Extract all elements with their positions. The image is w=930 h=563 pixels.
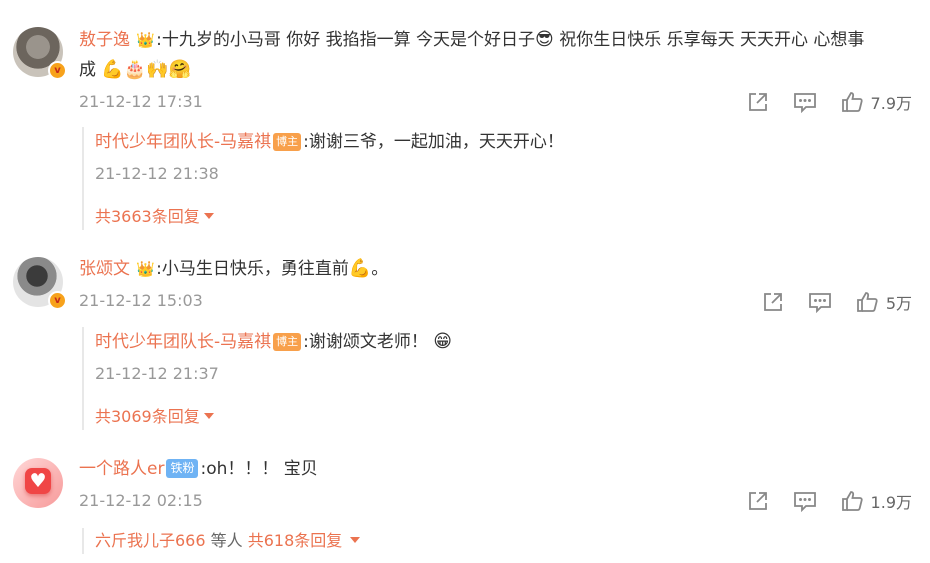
caret-down-icon [203, 413, 214, 419]
share-icon [748, 93, 767, 111]
avatar[interactable] [13, 458, 63, 508]
reply-username[interactable]: 时代少年团队长-马嘉祺 [95, 332, 271, 352]
thumbs-up-icon [856, 292, 878, 312]
comment-time: 21-12-12 02:15 [79, 491, 203, 510]
like-count: 7.9万 [870, 94, 912, 113]
blogger-tag: 博主 [273, 333, 302, 351]
blogger-tag: 博主 [273, 133, 302, 151]
comment-content: 一个路人er 铁粉:oh！！！ 宝贝 [79, 454, 912, 484]
comment-text: :oh！！！ 宝贝 [200, 459, 318, 479]
comment-icon [793, 93, 816, 113]
like-button[interactable]: 5万 [856, 290, 912, 314]
comment-text: 祝你生日快乐 乐享每天 天天开心 心想事 [553, 30, 865, 50]
heart-icon [25, 468, 51, 494]
share-icon [763, 293, 782, 311]
comment-username[interactable]: 一个路人er [79, 459, 164, 479]
crown-icon: 👑 [136, 31, 156, 49]
reply-summary-text: 等人 [205, 531, 248, 550]
reply-text: :谢谢三爷，一起加油，天天开心！ [303, 132, 564, 152]
reply-username[interactable]: 六斤我儿子666 [95, 531, 206, 550]
comment-content: 张颂文 👑:小马生日快乐，勇往直前💪。 [79, 254, 912, 284]
verified-badge-icon: v [48, 61, 67, 80]
like-button[interactable]: 7.9万 [841, 90, 912, 114]
comment-username[interactable]: 敖子逸 [79, 30, 130, 50]
comment-time: 21-12-12 15:03 [79, 291, 203, 310]
comment-icon [808, 293, 831, 313]
reply-block: 时代少年团队长-马嘉祺 博主:谢谢三爷，一起加油，天天开心！ 21-12-12 2… [82, 127, 912, 230]
cool-emoji-icon: 😎 [535, 29, 554, 50]
share-button[interactable] [747, 91, 769, 113]
reply-content: 时代少年团队长-马嘉祺 博主:谢谢三爷，一起加油，天天开心！ [95, 127, 912, 157]
share-icon [748, 492, 767, 510]
comment-button[interactable] [808, 291, 832, 313]
reply-time: 21-12-12 21:38 [95, 164, 219, 183]
comment-content: 敖子逸 👑:十九岁的小马哥 你好 我掐指一算 今天是个好日子😎 祝你生日快乐 乐… [79, 25, 912, 55]
cake-emoji-icon: 🎂 [123, 59, 147, 80]
more-replies-link[interactable]: 共618条回复 [248, 531, 343, 550]
comment-button[interactable] [793, 490, 817, 512]
comment-actions: 1.9万 [723, 489, 912, 513]
more-replies-link[interactable]: 共3069条回复 [95, 407, 200, 426]
reply-block: 时代少年团队长-马嘉祺 博主:谢谢颂文老师！ 😁 21-12-12 21:37 共… [82, 327, 912, 430]
thumbs-up-icon [841, 491, 863, 511]
like-count: 5万 [885, 294, 912, 313]
share-button[interactable] [762, 291, 784, 313]
grin-emoji-icon: 😁 [433, 331, 453, 352]
comment-content-cont: 成 💪🎂🙌🤗 [79, 55, 912, 85]
comment-button[interactable] [793, 91, 817, 113]
caret-down-icon [350, 537, 361, 543]
fan-tag: 铁粉 [166, 459, 199, 478]
clap-emoji-icon: 🙌 [146, 59, 169, 80]
caret-down-icon [203, 213, 214, 219]
comment-text: :小马生日快乐，勇往直前 [156, 259, 349, 279]
hug-emoji-icon: 🤗 [168, 59, 192, 80]
verified-badge-icon: v [48, 291, 67, 310]
comment-actions: 5万 [738, 290, 912, 314]
comment-text: 成 [79, 60, 96, 80]
crown-icon: 👑 [136, 260, 156, 278]
comment-username[interactable]: 张颂文 [79, 259, 130, 279]
reply-text: :谢谢颂文老师！ [303, 332, 428, 352]
like-button[interactable]: 1.9万 [841, 489, 912, 513]
more-replies-link[interactable]: 共3663条回复 [95, 207, 200, 226]
thumbs-up-icon [841, 92, 863, 112]
reply-time: 21-12-12 21:37 [95, 364, 219, 383]
muscle-emoji-icon: 💪 [348, 258, 372, 279]
comment-actions: 7.9万 [723, 90, 912, 114]
comment-icon [793, 492, 816, 512]
share-button[interactable] [747, 490, 769, 512]
muscle-emoji-icon: 💪 [101, 59, 124, 80]
reply-content: 时代少年团队长-马嘉祺 博主:谢谢颂文老师！ 😁 [95, 327, 912, 357]
like-count: 1.9万 [870, 493, 912, 512]
comment-text: :十九岁的小马哥 你好 我掐指一算 今天是个好日子 [156, 30, 536, 50]
comment-text: 。 [371, 259, 389, 279]
reply-block: 六斤我儿子666 等人 共618条回复 [82, 528, 912, 554]
reply-username[interactable]: 时代少年团队长-马嘉祺 [95, 132, 271, 152]
comment-time: 21-12-12 17:31 [79, 92, 203, 111]
